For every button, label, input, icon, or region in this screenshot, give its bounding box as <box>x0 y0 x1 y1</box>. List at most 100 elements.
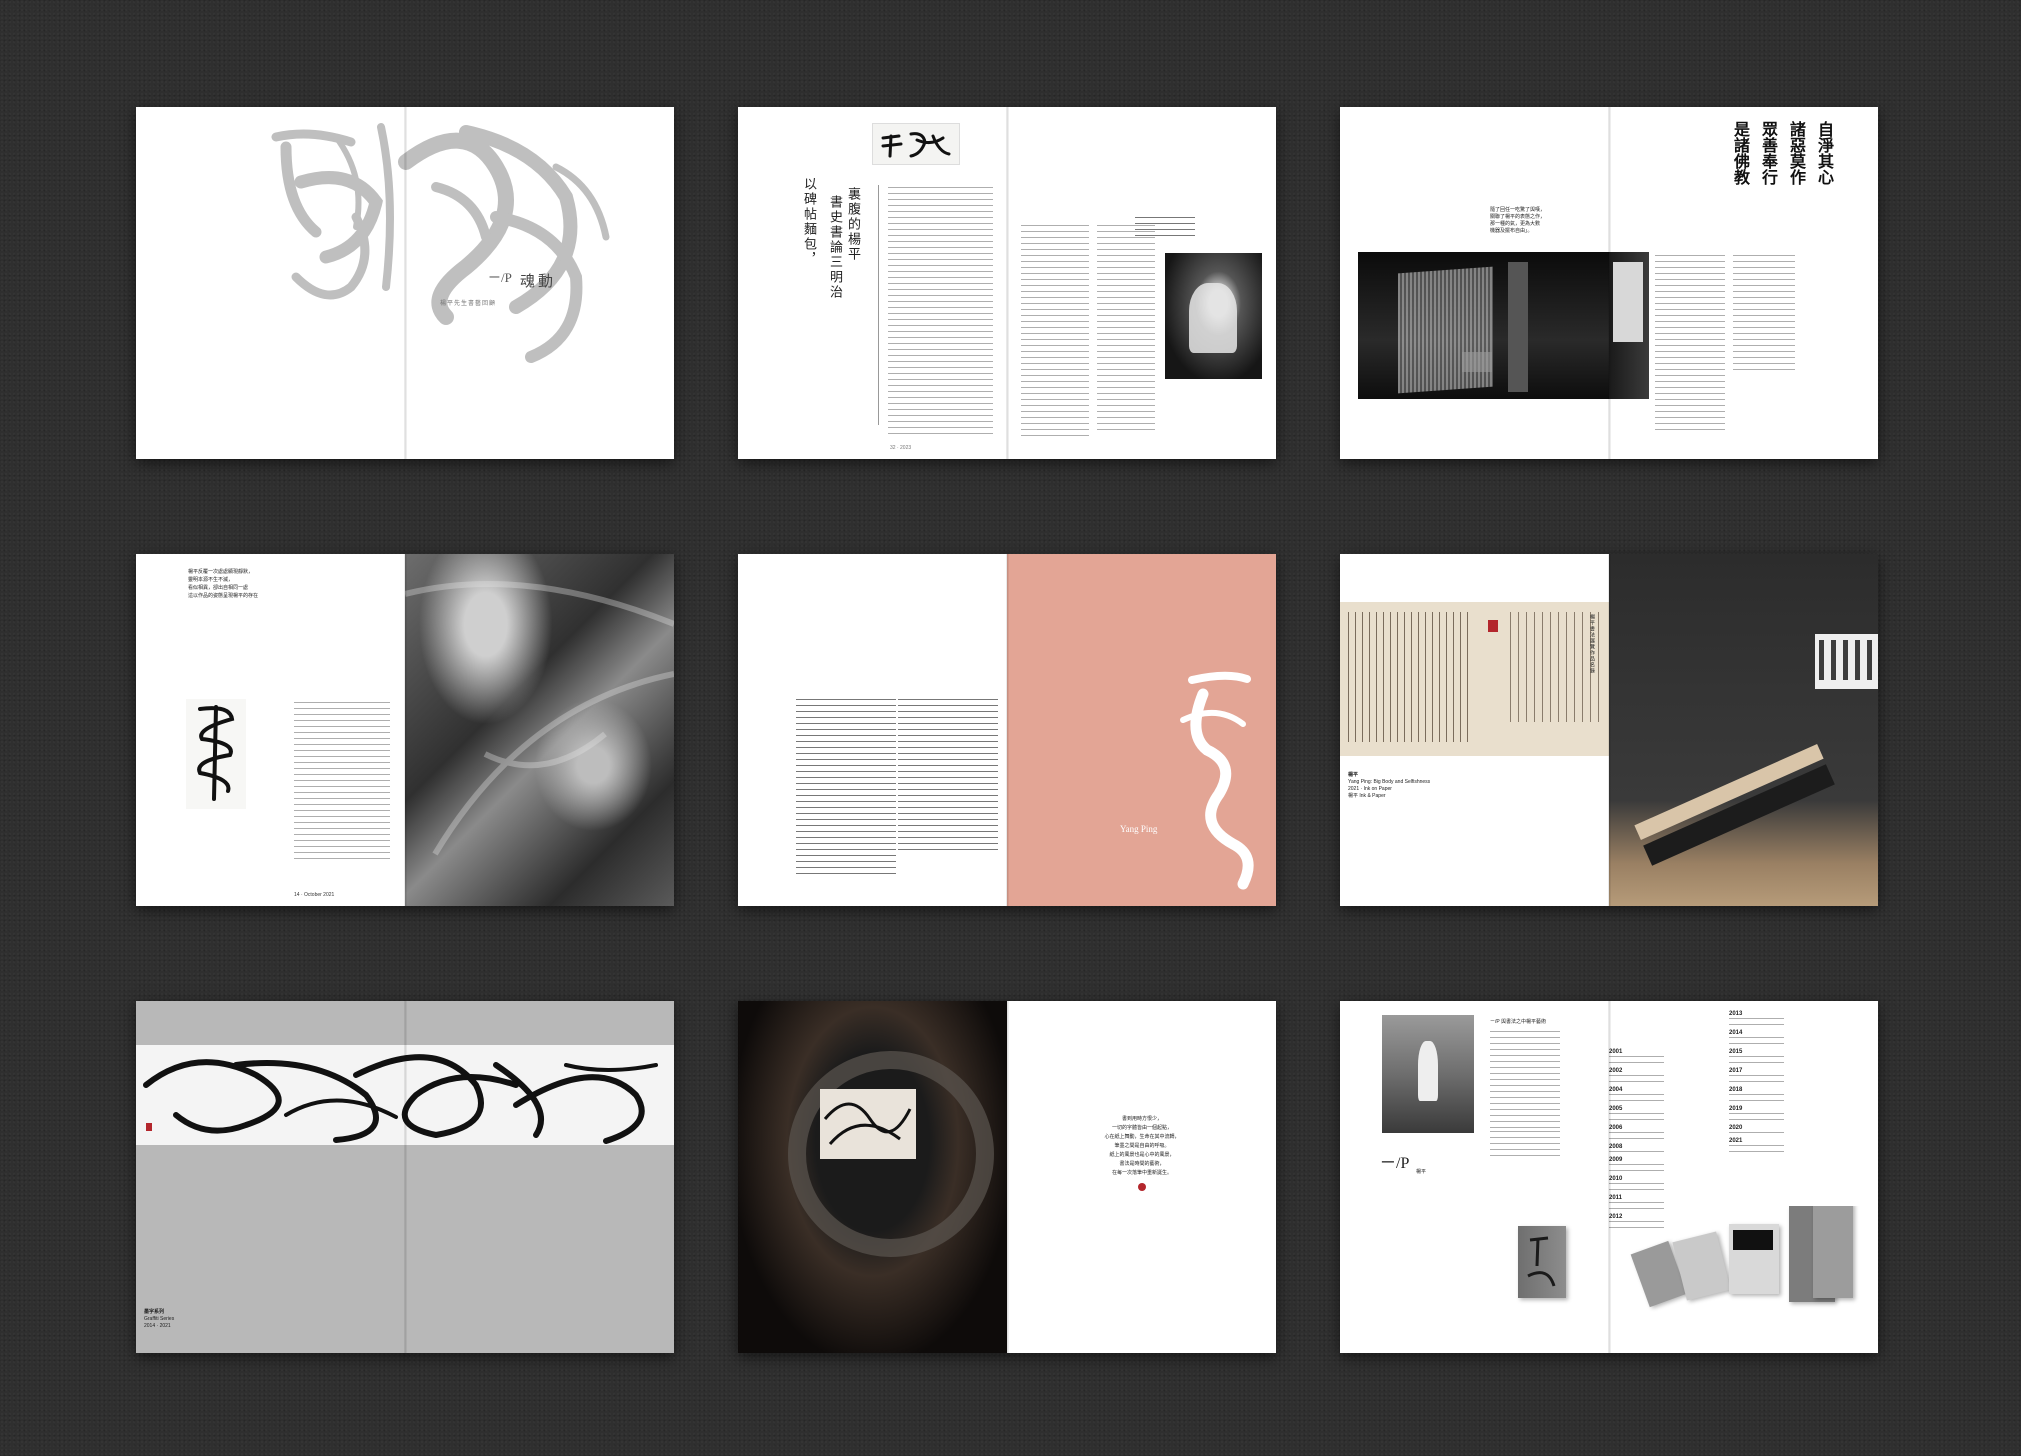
calligraphy-title-artwork <box>271 123 610 363</box>
seal-mark <box>146 1123 152 1131</box>
page-right-pink: Yang Ping <box>1007 554 1276 906</box>
texture <box>405 581 674 856</box>
note-line-3: 那一種的氣，更為大數 <box>1490 221 1541 227</box>
year-label: 2014 <box>1729 1030 1743 1036</box>
spread-3-exhibition: 隨了回任一吃驚了與嘆， 關聯了楊平的表態之作， 那一種的氣，更為大數 機器及擺布… <box>1340 107 1878 459</box>
folio-left: 14 · October 2021 <box>294 892 335 898</box>
signature-text: Yang Ping <box>1120 824 1158 834</box>
gallery-photo <box>1358 252 1609 399</box>
intro-heading: ㄧ/P 與書法之中楊平藝術 <box>1490 1019 1547 1025</box>
note-line-1: 隨了回任一吃驚了與嘆， <box>1490 207 1546 213</box>
page-left: ㄧ/P 與書法之中楊平藝術 ㄧ/P 楊平 <box>1340 1001 1609 1353</box>
intro-text-2 <box>1490 1131 1560 1161</box>
scribble <box>823 1102 912 1145</box>
caption-title: 墨字系列 <box>144 1309 165 1315</box>
spread-2-essay: 裏腹的楊平 書史書論三明治 以碑帖麵包， 32 · 2023 <box>738 107 1276 459</box>
vertical-title-2: 書史書論三明治 <box>828 195 843 300</box>
year-label: 2021 <box>1729 1138 1743 1144</box>
calligraphy-scroll <box>186 699 246 809</box>
vertical-caption: 楊平書法展覽作品名錄 <box>1589 614 1594 674</box>
cover-calligraphy <box>1527 1236 1556 1287</box>
calligraphy-col-3: 眾善奉行 <box>1759 121 1776 185</box>
poem-line-5: 紙上的風景也是心中的風景， <box>1109 1153 1175 1158</box>
poem-line-2: 一切的字體皆由一個起點， <box>1111 1126 1172 1131</box>
page-left: 楊平 Yang Ping: Big Body and Selfishness 2… <box>1340 554 1609 906</box>
year-label: 2001 <box>1609 1049 1623 1055</box>
spread-6-scroll: 楊平 Yang Ping: Big Body and Selfishness 2… <box>1340 554 1878 906</box>
year-label: 2020 <box>1729 1125 1743 1131</box>
folio-left: 32 · 2023 <box>890 445 912 451</box>
intro-line-4: 這以作品的姿態呈現楊平的存在 <box>188 593 259 599</box>
year-label: 2010 <box>1609 1176 1623 1182</box>
year-label: 2002 <box>1609 1068 1623 1074</box>
caption-title: 楊平 <box>1348 772 1359 778</box>
page-right <box>1609 554 1878 906</box>
body-text-col-a <box>1655 255 1725 430</box>
calligraphy-block: 自淨其心 諸惡莫作 眾善奉行 是諸佛教 <box>1723 121 1835 211</box>
graffiti-artwork-band <box>136 1045 674 1145</box>
artist-name: 楊平 <box>1416 1169 1427 1175</box>
year-label: 2006 <box>1609 1125 1623 1131</box>
year-label: 2019 <box>1729 1106 1743 1112</box>
caption-line-1: Yang Ping: Big Body and Selfishness <box>1348 779 1431 785</box>
page-left: 楊平反覆一次處處顯現靜默， 靈明本源不生不滅， 看似相異，卻出自相同一處 這以作… <box>136 554 405 906</box>
calligraphy-col-4: 是諸佛教 <box>1731 121 1748 185</box>
logo-mark: ㄧ/P <box>488 270 512 285</box>
page-right <box>1007 107 1276 459</box>
ink-strokes <box>881 132 951 158</box>
page-left <box>738 1001 1007 1353</box>
page-right: 自淨其心 諸惡莫作 眾善奉行 是諸佛教 <box>1609 107 1878 459</box>
author-rule <box>878 185 879 425</box>
poem-line-7: 在每一次落筆中重新誕生。 <box>1111 1171 1172 1176</box>
vertical-title-1: 裏腹的楊平 <box>846 187 861 262</box>
artist-portrait-photo <box>1382 1015 1474 1133</box>
poem-line-4: 筆墨之間是自由的呼吸。 <box>1114 1144 1170 1149</box>
intro-text <box>1490 1031 1560 1131</box>
page-left: 裏腹的楊平 書史書論三明治 以碑帖麵包， 32 · 2023 <box>738 107 1007 459</box>
body-text-col-a <box>1021 225 1089 440</box>
year-label: 2005 <box>1609 1106 1623 1112</box>
spread-4-essay: 楊平反覆一次處處顯現靜默， 靈明本源不生不滅， 看似相異，卻出自相同一處 這以作… <box>136 554 674 906</box>
body-text-col-b <box>1097 225 1155 435</box>
manuscript-scroll-photo <box>1340 602 1609 756</box>
page-right <box>405 554 674 906</box>
gallery-scroll-photo <box>1609 554 1878 906</box>
subtitle-cn: 楊平先生書藝回顧 <box>440 301 497 307</box>
contents-list-a <box>796 699 896 877</box>
seal-mark <box>1488 620 1498 632</box>
white-calligraphy <box>1180 671 1254 890</box>
intro-line-2: 靈明本源不生不滅， <box>188 577 234 583</box>
body-text-col <box>888 187 993 437</box>
seal-mark <box>1138 1183 1146 1191</box>
year-label: 2017 <box>1729 1068 1743 1074</box>
intro-line-1: 楊平反覆一次處處顯現靜默， <box>188 569 254 575</box>
caption-line-2: 2014 · 2021 <box>144 1323 171 1329</box>
page-right: 2001 2002 2004 2005 2006 2008 2009 2010 … <box>1609 1001 1878 1353</box>
pull-quote <box>1135 217 1195 237</box>
vertical-title-3: 以碑帖麵包， <box>802 177 817 267</box>
spread-7-graffiti: 墨字系列 Graffiti Series 2014 · 2021 <box>136 1001 674 1353</box>
stairwell-photo <box>738 1001 1007 1353</box>
intro-line-3: 看似相異，卻出自相同一處 <box>188 585 249 591</box>
poem-line-3: 心在紙上舞動，生命在其中流轉， <box>1104 1135 1180 1140</box>
spread-9-chronology: ㄧ/P 與書法之中楊平藝術 ㄧ/P 楊平 2001 2002 2004 2005… <box>1340 1001 1878 1353</box>
timeline-right: 2013 2014 2015 2017 2018 2019 2020 2021 <box>1729 1011 1799 1157</box>
poem-line-6: 書法是時間的藝術， <box>1119 1162 1165 1167</box>
body-text-col <box>294 702 390 862</box>
ink-scribbles <box>143 1054 658 1144</box>
contents-list-b <box>898 699 998 854</box>
logo-mark: ㄧ/P <box>1380 1155 1410 1172</box>
note-line-4: 機器及擺布自由」。 <box>1490 228 1533 234</box>
page-left: 隨了回任一吃驚了與嘆， 關聯了楊平的表態之作， 那一種的氣，更為大數 機器及擺布… <box>1340 107 1609 459</box>
ink-strokes <box>197 705 235 801</box>
caption-line-1: Graffiti Series <box>144 1316 175 1322</box>
year-label: 2009 <box>1609 1157 1623 1163</box>
spread-8-stairwell: 書到用時方恨少， 一切的字體皆由一個起點， 心在紙上舞動，生命在其中流轉， 筆墨… <box>738 1001 1276 1353</box>
poem-line-1: 書到用時方恨少， <box>1121 1117 1162 1122</box>
caption-line-3: 楊平 Ink & Paper <box>1348 793 1386 799</box>
caption-line-2: 2021 · Ink on Paper <box>1348 786 1392 792</box>
year-label: 2008 <box>1609 1144 1623 1150</box>
year-label: 2018 <box>1729 1087 1743 1093</box>
calligraphy-col-1: 自淨其心 <box>1815 121 1832 185</box>
book-object-photo <box>1518 1226 1566 1298</box>
